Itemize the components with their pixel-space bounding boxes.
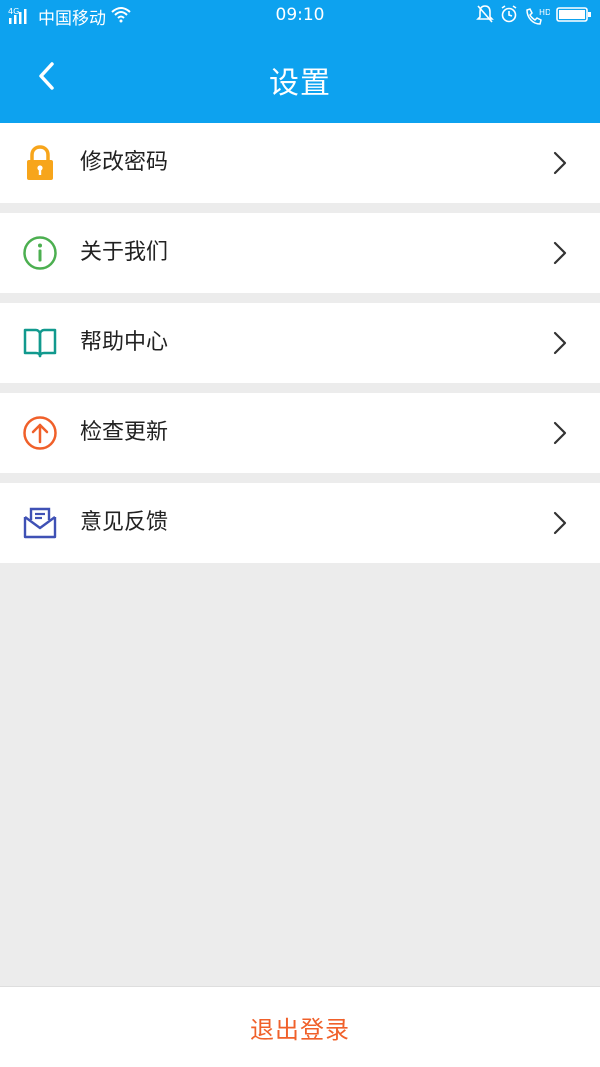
menu-item-label: 检查更新 [80,420,169,445]
menu-item-about-us[interactable]: 关于我们 [0,213,600,293]
logout-label: 退出登录 [250,1015,350,1044]
nav-bar: 设置 [0,33,600,123]
chevron-right-icon [552,421,568,445]
page-title: 设置 [269,66,331,101]
settings-menu: 修改密码 关于我们 帮助中心 检查更新 意见反馈 [0,123,600,563]
upload-icon [20,413,60,453]
status-bar: 4G 中国移动 09:10 HD [0,0,600,33]
menu-item-change-password[interactable]: 修改密码 [0,123,600,203]
alarm-icon [500,4,518,28]
settings-screen: 4G 中国移动 09:10 HD 设置 修改密码 关于我们 帮助中心 检查更新 … [0,0,600,1067]
chevron-right-icon [552,511,568,535]
svg-text:HD: HD [539,8,550,17]
chevron-right-icon [552,151,568,175]
info-icon [20,233,60,273]
battery-icon [556,4,592,28]
chevron-right-icon [552,241,568,265]
menu-item-label: 修改密码 [80,150,169,175]
feedback-mail-icon [20,503,60,543]
menu-item-help-center[interactable]: 帮助中心 [0,303,600,383]
lock-icon [20,143,60,183]
menu-item-feedback[interactable]: 意见反馈 [0,483,600,563]
mute-icon [476,4,494,28]
status-right: HD [476,4,592,28]
chevron-right-icon [552,331,568,355]
menu-item-check-update[interactable]: 检查更新 [0,393,600,473]
menu-item-label: 帮助中心 [80,330,169,355]
logout-button[interactable]: 退出登录 [0,986,600,1067]
menu-item-label: 关于我们 [80,240,169,265]
menu-item-label: 意见反馈 [80,510,169,535]
hd-call-icon: HD [524,6,551,26]
book-icon [20,323,60,363]
